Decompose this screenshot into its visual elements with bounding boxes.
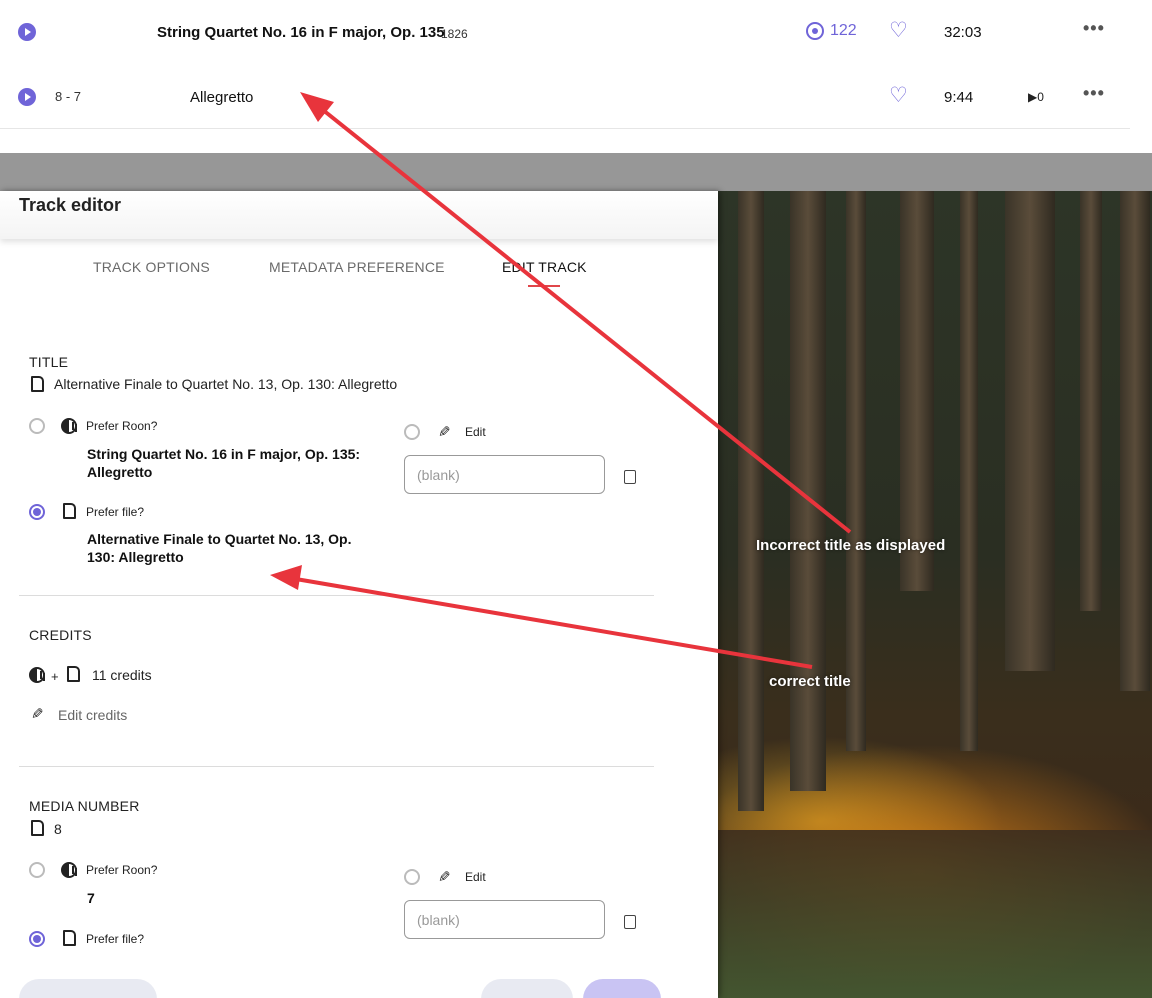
roon-title-value: String Quartet No. 16 in F major, Op. 13… xyxy=(87,445,387,481)
section-divider xyxy=(19,766,654,767)
copy-icon[interactable] xyxy=(624,466,642,484)
pencil-icon: ✎ xyxy=(31,706,44,723)
copy-icon[interactable] xyxy=(624,911,642,929)
file-title-value: Alternative Finale to Quartet No. 13, Op… xyxy=(87,530,387,566)
roon-icon xyxy=(61,862,77,878)
track-title: Allegretto xyxy=(190,89,254,106)
heart-icon[interactable]: ♡ xyxy=(889,19,908,43)
file-title-line: 130: Allegretto xyxy=(87,549,184,565)
edit-title-label: Edit xyxy=(465,425,486,439)
prefer-roon-label: Prefer Roon? xyxy=(86,863,158,877)
title-edit-input[interactable] xyxy=(404,455,605,494)
track-year: 1826 xyxy=(441,27,468,41)
edit-credits-link[interactable]: Edit credits xyxy=(58,707,127,723)
track-duration: 32:03 xyxy=(944,24,982,41)
credits-section-label: CREDITS xyxy=(29,627,92,643)
prefer-file-radio[interactable] xyxy=(29,931,45,947)
tree-trunk xyxy=(790,191,826,791)
editor-title: Track editor xyxy=(19,195,122,215)
track-title: String Quartet No. 16 in F major, Op. 13… xyxy=(157,24,445,41)
track-duration: 9:44 xyxy=(944,89,974,106)
pencil-icon: ✎ xyxy=(438,424,451,441)
edit-media-radio[interactable] xyxy=(404,869,420,885)
prefer-file-label: Prefer file? xyxy=(86,932,145,946)
track-editor-panel: Track editor TRACK OPTIONS METADATA PREF… xyxy=(0,191,718,998)
track-row[interactable]: String Quartet No. 16 in F major, Op. 13… xyxy=(0,0,1130,64)
tree-trunk xyxy=(1080,191,1102,611)
credits-count: 11 credits xyxy=(92,667,152,683)
tree-trunk xyxy=(738,191,764,811)
roon-media-value: 7 xyxy=(87,890,95,906)
plus-sign: + xyxy=(51,669,59,684)
track-row[interactable]: 8 - 7 Allegretto ♡ 9:44 ▶0 ••• xyxy=(0,65,1130,129)
tab-metadata-preference[interactable]: METADATA PREFERENCE xyxy=(269,259,445,275)
file-icon xyxy=(63,503,76,519)
file-icon xyxy=(31,376,44,392)
track-playcount: ▶0 xyxy=(1028,90,1044,104)
roon-icon xyxy=(29,667,45,683)
disc-icon xyxy=(806,22,824,40)
tree-trunk xyxy=(1005,191,1055,671)
track-number: 8 - 7 xyxy=(55,89,82,104)
prefer-file-radio[interactable] xyxy=(29,504,45,520)
prefer-file-label: Prefer file? xyxy=(86,505,145,519)
edit-title-radio[interactable] xyxy=(404,424,420,440)
forest-ground xyxy=(716,830,1152,998)
play-count: 122 xyxy=(830,22,857,39)
modal-overlay-band xyxy=(0,153,1152,191)
pencil-icon: ✎ xyxy=(438,869,451,886)
incorrect-title-annotation: Incorrect title as displayed xyxy=(756,537,946,554)
correct-title-annotation: correct title xyxy=(769,673,851,690)
roon-title-line: String Quartet No. 16 in F major, Op. 13… xyxy=(87,446,361,462)
play-icon[interactable] xyxy=(18,88,36,106)
track-list: String Quartet No. 16 in F major, Op. 13… xyxy=(0,0,1152,153)
more-options-icon[interactable]: ••• xyxy=(1083,18,1105,39)
save-button[interactable] xyxy=(583,979,661,998)
more-options-icon[interactable]: ••• xyxy=(1083,83,1105,104)
tree-trunk xyxy=(1120,191,1150,691)
file-icon xyxy=(63,930,76,946)
tree-trunk xyxy=(960,191,978,751)
prefer-roon-radio[interactable] xyxy=(29,418,45,434)
roon-title-line: Allegretto xyxy=(87,464,153,480)
edit-media-label: Edit xyxy=(465,870,486,884)
media-edit-input[interactable] xyxy=(404,900,605,939)
section-divider xyxy=(19,595,654,596)
roon-icon xyxy=(61,418,77,434)
cancel-button[interactable] xyxy=(481,979,573,998)
reset-edits-button[interactable] xyxy=(19,979,157,998)
tree-trunk xyxy=(900,191,934,591)
active-tab-underline xyxy=(528,285,560,287)
tab-edit-track[interactable]: EDIT TRACK xyxy=(502,259,587,275)
media-number-section-label: MEDIA NUMBER xyxy=(29,798,140,814)
title-file-value: Alternative Finale to Quartet No. 13, Op… xyxy=(54,376,398,392)
title-section-label: TITLE xyxy=(29,354,69,370)
tab-track-options[interactable]: TRACK OPTIONS xyxy=(93,259,210,275)
prefer-roon-radio[interactable] xyxy=(29,862,45,878)
file-icon xyxy=(31,820,44,836)
prefer-roon-label: Prefer Roon? xyxy=(86,419,158,433)
heart-icon[interactable]: ♡ xyxy=(889,84,908,108)
media-number-file-value: 8 xyxy=(54,821,62,837)
tree-trunk xyxy=(846,191,866,751)
play-count-badge: 122 xyxy=(806,22,857,40)
play-icon[interactable] xyxy=(18,23,36,41)
file-icon xyxy=(67,666,80,682)
file-title-line: Alternative Finale to Quartet No. 13, Op… xyxy=(87,531,352,547)
